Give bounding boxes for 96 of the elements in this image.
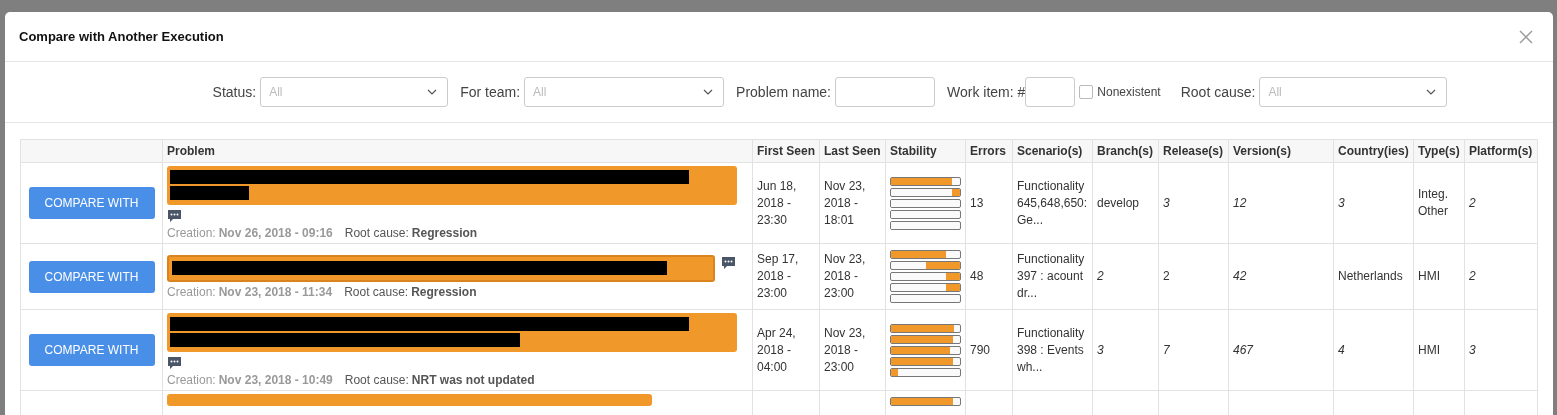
- stability-bar: [890, 283, 961, 292]
- table-cell: Nov 23, 2018 - 23:00: [824, 325, 866, 374]
- table-cell: Functionality 398 : Events wh...: [1017, 325, 1085, 374]
- checkbox[interactable]: [1079, 85, 1094, 99]
- creation-label: Creation:: [167, 373, 216, 387]
- table-cell: HMI: [1418, 269, 1440, 283]
- table-cell: 3: [1469, 342, 1476, 357]
- table-cell: 13: [970, 195, 984, 210]
- comment-icon[interactable]: [167, 356, 182, 370]
- compare-button[interactable]: COMPARE WITH: [28, 260, 155, 293]
- table-cell: HMI: [1418, 342, 1440, 357]
- stability-bar: [890, 356, 961, 366]
- column-header: Scenario(s): [1017, 144, 1083, 158]
- stability-bar: [890, 367, 961, 377]
- table-cell: Jun 18, 2018 - 23:30: [757, 178, 797, 227]
- table-cell: Netherlands: [1338, 269, 1403, 283]
- column-header: Errors: [970, 144, 1007, 158]
- input-field[interactable]: [1025, 77, 1076, 107]
- redacted-title[interactable]: [167, 166, 737, 205]
- stability-bar: [890, 397, 961, 406]
- compare-button[interactable]: COMPARE WITH: [28, 187, 155, 219]
- redacted-title[interactable]: [167, 313, 737, 352]
- table-cell: 790: [970, 342, 991, 357]
- compare-button[interactable]: COMPARE WITH: [28, 334, 155, 366]
- table-cell: 2: [1097, 269, 1104, 283]
- column-header: First Seen: [757, 144, 816, 158]
- table-cell: develop: [1097, 195, 1140, 210]
- column-header: Type(s): [1418, 144, 1460, 158]
- column-header: Release(s): [1163, 144, 1224, 158]
- chevron-down-icon: [1426, 89, 1437, 95]
- checkbox-label: Nonexistent: [1097, 85, 1161, 99]
- table-cell: 7: [1163, 342, 1170, 357]
- table-cell: Sep 17, 2018 - 23:00: [757, 252, 799, 300]
- close-icon[interactable]: [1519, 29, 1533, 44]
- table-cell: Functionality 397 : acount dr...: [1017, 252, 1085, 300]
- stability-bar: [890, 176, 961, 186]
- table-cell: Apr 24, 2018 - 04:00: [757, 325, 796, 374]
- creation-label: Creation:: [167, 226, 216, 240]
- creation-date: Nov 23, 2018 - 11:34: [218, 284, 333, 299]
- root-cause-value: NRT was not updated: [411, 373, 535, 387]
- column-header: Stability: [890, 144, 937, 158]
- table-cell: 48: [970, 269, 984, 283]
- column-header: Last Seen: [824, 144, 881, 158]
- table-cell: Nov 23, 2018 - 18:01: [824, 178, 866, 227]
- stability-bar: [890, 323, 961, 333]
- root-cause-label: Root cause:: [344, 373, 409, 387]
- table-cell: 2: [1469, 269, 1476, 283]
- chevron-down-icon: [427, 89, 438, 95]
- column-header: Platform(s): [1469, 144, 1533, 158]
- table-cell: Nov 23, 2018 - 23:00: [824, 252, 866, 300]
- select-field[interactable]: All: [524, 77, 725, 107]
- comment-icon[interactable]: [721, 255, 736, 270]
- column-header: Version(s): [1233, 144, 1292, 158]
- filter-label: Status:: [212, 84, 257, 100]
- stability-bar: [890, 198, 961, 208]
- stability-bar: [890, 220, 961, 230]
- creation-date: Nov 26, 2018 - 09:16: [218, 226, 333, 240]
- table-cell: 12: [1233, 195, 1247, 210]
- table-cell: 3: [1097, 342, 1104, 357]
- filter-label: For team:: [460, 84, 521, 100]
- table-cell: 2: [1163, 269, 1170, 283]
- select-field[interactable]: All: [260, 77, 449, 107]
- table-cell: 42: [1233, 269, 1247, 283]
- table-cell: 3: [1163, 195, 1170, 210]
- table-cell: 3: [1338, 195, 1345, 210]
- stability-bar: [890, 209, 961, 219]
- table-cell: 467: [1233, 342, 1254, 357]
- root-cause-value: Regression: [411, 226, 478, 240]
- table-cell: 2: [1469, 195, 1476, 210]
- stability-bar: [890, 187, 961, 197]
- stability-bar: [890, 345, 961, 355]
- chevron-down-icon: [703, 89, 714, 95]
- filter-label: Root cause:: [1180, 84, 1256, 100]
- root-cause-label: Root cause:: [344, 284, 409, 299]
- table-cell: 4: [1338, 342, 1345, 357]
- column-header: Country(ies): [1338, 144, 1409, 158]
- dialog-title: Compare with Another Execution: [19, 29, 224, 44]
- stability-bar: [890, 250, 961, 259]
- root-cause-label: Root cause:: [344, 226, 409, 240]
- stability-bar: [890, 334, 961, 344]
- stability-bar: [890, 272, 961, 281]
- column-header: Branch(s): [1097, 144, 1153, 158]
- root-cause-value: Regression: [411, 284, 477, 299]
- input-field[interactable]: [835, 77, 935, 107]
- creation-date: Nov 23, 2018 - 10:49: [218, 373, 333, 387]
- redacted-title[interactable]: [167, 254, 715, 282]
- select-field[interactable]: All: [1259, 77, 1448, 107]
- column-header: Problem: [167, 144, 215, 158]
- comment-icon[interactable]: [167, 209, 182, 223]
- creation-label: Creation:: [167, 284, 216, 299]
- filter-label: Problem name:: [736, 84, 831, 100]
- filter-label: Work item: #: [947, 84, 1026, 100]
- stability-bar: [890, 261, 961, 270]
- stability-bar: [890, 294, 961, 303]
- table-cell: Functionality 645,648,650: Ge...: [1017, 178, 1088, 227]
- table-cell: Integ. Other: [1418, 187, 1449, 218]
